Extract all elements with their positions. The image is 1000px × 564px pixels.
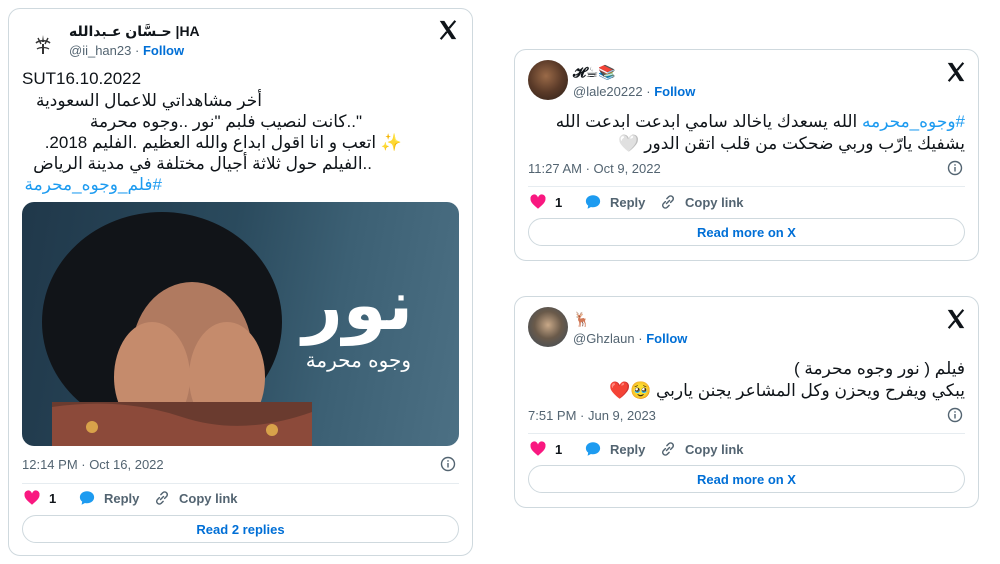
like-count: 1	[555, 441, 563, 457]
timestamp[interactable]: 12:14 PM · Oct 16, 2022	[22, 457, 164, 472]
tweet-text-line: #وجوه_محرمه الله يسعدك ياخالد سامي ابدعت…	[528, 112, 965, 132]
x-logo-icon[interactable]	[945, 308, 967, 330]
tweet-text-line: ..الفيلم حول ثلاثة أجيال مختلفة في مدينة…	[33, 154, 372, 173]
display-name[interactable]: حـسَّان عـبدالله |HA	[69, 23, 200, 40]
tweet-text-line: فيلم ( نور وجوه محرمة )	[794, 359, 965, 378]
read-more-button[interactable]: Read more on X	[528, 218, 965, 246]
copy-link-label: Copy link	[685, 194, 744, 210]
like-button[interactable]: 1	[23, 489, 56, 507]
reply-bubble-icon	[585, 442, 601, 456]
link-icon	[155, 491, 169, 505]
divider	[528, 433, 965, 434]
separator: ·	[638, 331, 643, 346]
poster-subtitle: وجوه محرمة	[305, 348, 411, 372]
info-icon[interactable]	[947, 407, 963, 423]
handle[interactable]: @Ghzlaun	[573, 331, 635, 346]
tweet-text-line: SUT16.10.2022	[22, 69, 142, 88]
follow-link[interactable]: Follow	[646, 331, 687, 346]
reply-bubble-icon	[79, 491, 95, 505]
separator: ·	[646, 84, 651, 99]
tweet-card: 𝓗☕📚 @lale20222 · Follow #وجوه_محرمه الله…	[514, 49, 979, 261]
reply-button[interactable]: Reply	[584, 440, 645, 458]
info-icon[interactable]	[440, 456, 456, 472]
copy-link-button[interactable]: Copy link	[153, 489, 238, 507]
hashtag-link[interactable]: #فلم_وجوه_محرمة	[22, 175, 162, 195]
handle-line: @lale20222 · Follow	[573, 84, 695, 99]
poster-title: نور	[302, 264, 413, 346]
read-more-button[interactable]: Read more on X	[528, 465, 965, 493]
read-replies-button[interactable]: Read 2 replies	[22, 515, 459, 543]
like-button[interactable]: 1	[529, 193, 562, 211]
handle[interactable]: @lale20222	[573, 84, 643, 99]
reply-label: Reply	[610, 441, 646, 457]
copy-link-button[interactable]: Copy link	[659, 440, 744, 458]
link-icon	[661, 442, 675, 456]
reply-button[interactable]: Reply	[78, 489, 139, 507]
copy-link-button[interactable]: Copy link	[659, 193, 744, 211]
x-logo-icon[interactable]	[945, 61, 967, 83]
tweet-card: حـسَّان عـبدالله |HA @ii_han23 · Follow …	[8, 8, 473, 556]
handle[interactable]: @ii_han23	[69, 43, 131, 58]
separator: ·	[134, 43, 140, 58]
info-icon[interactable]	[947, 160, 963, 176]
like-button[interactable]: 1	[529, 440, 562, 458]
timestamp[interactable]: 11:27 AM · Oct 9, 2022	[528, 161, 661, 176]
tweet-text-line: ✨ اتعب و انا اقول ابداع والله العظيم .ال…	[44, 133, 402, 152]
heart-icon	[530, 441, 546, 456]
follow-link[interactable]: Follow	[143, 43, 184, 58]
x-logo-icon[interactable]	[437, 19, 459, 41]
handle-line: @Ghzlaun · Follow	[573, 331, 687, 346]
follow-link[interactable]: Follow	[654, 84, 695, 99]
tweet-card: 🦌 @Ghzlaun · Follow فيلم ( نور وجوه محرم…	[514, 296, 979, 508]
copy-link-label: Copy link	[179, 490, 238, 506]
reply-button[interactable]: Reply	[584, 193, 645, 211]
reply-bubble-icon	[585, 195, 601, 209]
tweet-media-image[interactable]: نور وجوه محرمة	[22, 202, 459, 446]
handle-line: @ii_han23 · Follow	[69, 43, 184, 58]
like-count: 1	[49, 490, 57, 506]
avatar[interactable]	[528, 60, 568, 100]
display-name[interactable]: 🦌	[573, 311, 590, 328]
copy-link-label: Copy link	[685, 441, 744, 457]
tweet-text-fragment: الله يسعدك ياخالد سامي ابدعت ابدعت الله	[555, 112, 862, 131]
hashtag-link[interactable]: #وجوه_محرمه	[862, 112, 965, 131]
display-name[interactable]: 𝓗☕📚	[573, 64, 616, 81]
reply-label: Reply	[610, 194, 646, 210]
avatar[interactable]	[23, 25, 63, 65]
timestamp[interactable]: 7:51 PM · Jun 9, 2023	[528, 408, 656, 423]
like-count: 1	[555, 194, 563, 210]
divider	[22, 483, 459, 484]
tweet-text-line: أخر مشاهداتي للاعمال السعودية	[35, 91, 262, 110]
tweet-text-line: يبكي ويفرح ويحزن وكل المشاعر يجنن ياربي …	[608, 381, 965, 400]
tweet-text-line: يشفيك يارّب وربي ضحكت من قلب اتقن الدور …	[618, 134, 965, 153]
link-icon	[661, 195, 675, 209]
heart-icon	[530, 194, 546, 209]
avatar[interactable]	[528, 307, 568, 347]
reply-label: Reply	[104, 490, 140, 506]
tweet-text-line: "..كانت لنصيب فلبم "نور ..وجوه محرمة	[89, 112, 362, 131]
divider	[528, 186, 965, 187]
avatar-emblem-icon	[35, 35, 51, 54]
heart-icon	[24, 490, 40, 505]
